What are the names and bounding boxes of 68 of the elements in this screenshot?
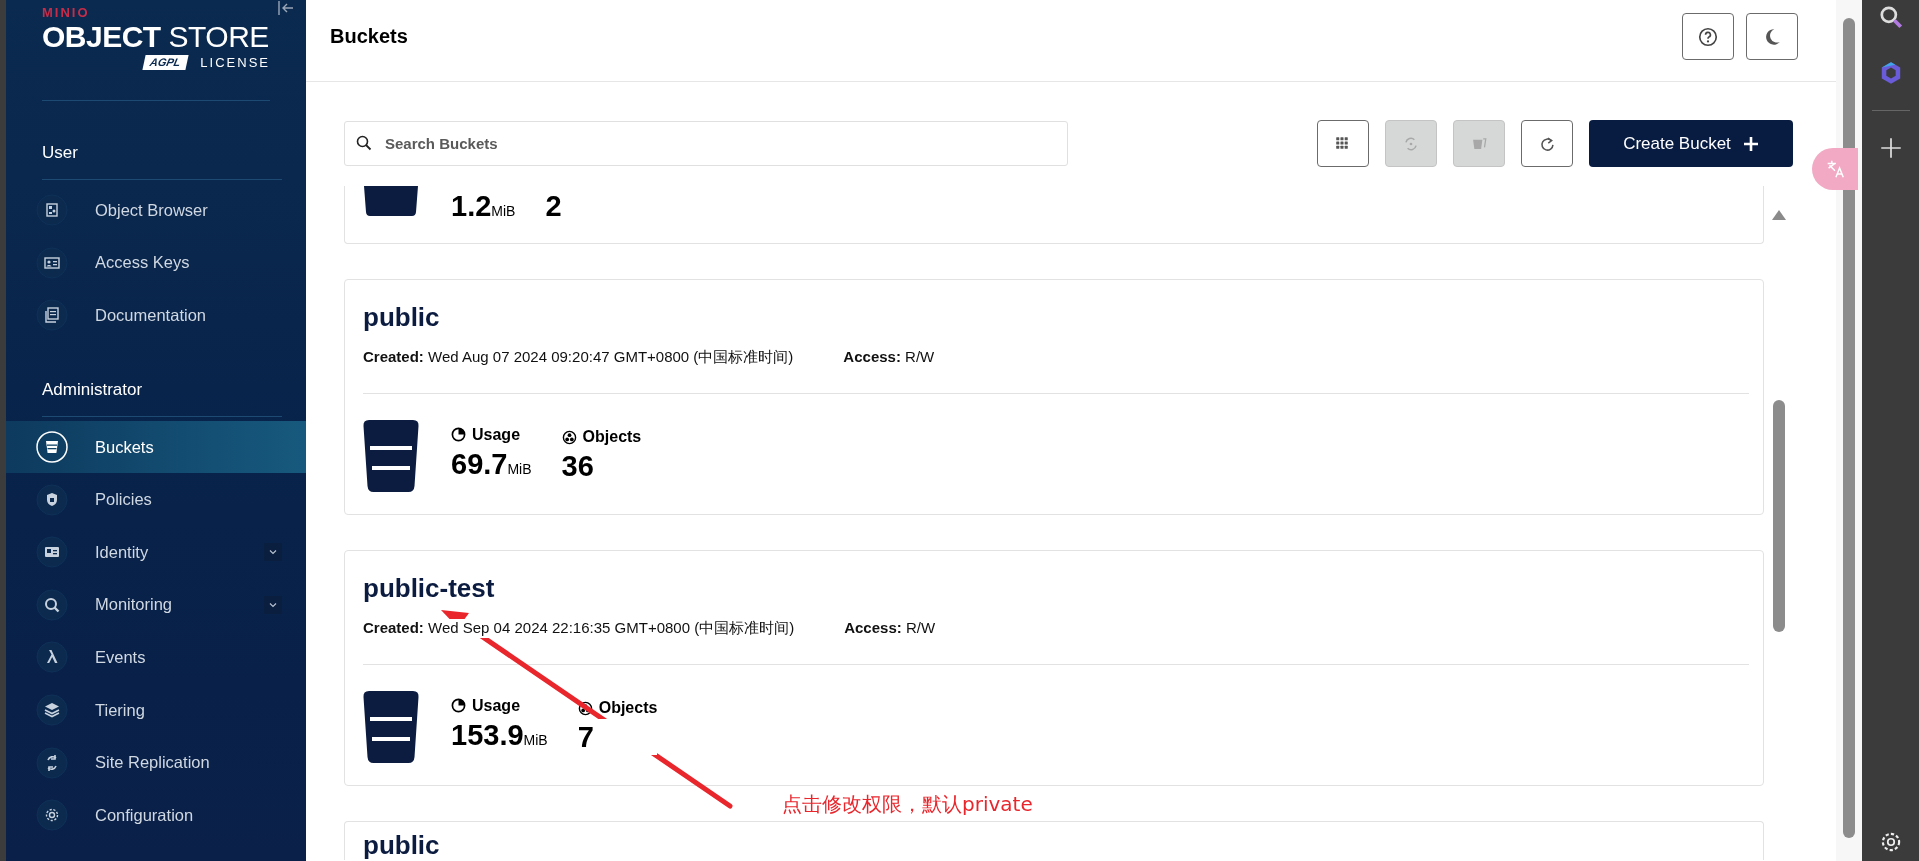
objects-label: Objects: [582, 428, 642, 446]
id-card-icon: [36, 536, 68, 569]
access-info: Access: R/W: [844, 619, 936, 638]
created-info: Created: Wed Sep 04 2024 22:16:35 GMT+0800 (中国标准时间): [363, 619, 795, 638]
objects-value: 7: [577, 719, 658, 755]
bucket-card[interactable]: 1.2MiB 2: [344, 186, 1764, 244]
access-info: Access: R/W: [843, 348, 935, 367]
product-name: OBJECT STORE: [42, 20, 269, 54]
search-icon[interactable]: [1877, 4, 1904, 30]
annotation-text: 点击修改权限，默认private: [782, 791, 1033, 818]
help-icon: [1697, 25, 1719, 48]
created-info: Created: Wed Aug 07 2024 09:20:47 GMT+0800 (中国标准时间): [363, 348, 794, 367]
bucket-name[interactable]: public: [363, 302, 440, 332]
bucket-card[interactable]: public Created: Wed Aug 07 2024 09:20:47 GMT+0800 (中国标准时间) Access: R/W Usage 69.7MiB Objects 36: [344, 279, 1764, 515]
usage-label: Usage: [472, 696, 521, 715]
nav-item[interactable]: Configuration: [6, 788, 306, 842]
page-title: Buckets: [330, 25, 408, 48]
theme-button[interactable]: [1746, 13, 1798, 60]
nav-item[interactable]: Documentation: [6, 289, 306, 342]
usage-label: Usage: [472, 425, 521, 444]
lock-icon: [36, 483, 68, 516]
nav-item[interactable]: Buckets: [6, 420, 306, 474]
bucket-card[interactable]: public: [344, 821, 1764, 860]
license-badge: AGPL: [142, 55, 188, 70]
pie-chart-icon: [451, 698, 466, 713]
browser-scrollbar[interactable]: [1836, 0, 1862, 861]
nav-item[interactable]: Access Keys: [6, 236, 306, 290]
create-bucket-button[interactable]: Create Bucket: [1589, 120, 1793, 167]
chevron-down-icon[interactable]: [264, 595, 282, 614]
objects-icon: [561, 429, 577, 445]
search-icon: [356, 135, 372, 151]
bucket-icon: [363, 186, 419, 216]
magnifier-icon: [36, 588, 68, 621]
nav-item[interactable]: Object Browser: [6, 184, 306, 237]
objects-icon: [577, 700, 593, 716]
bucket-name[interactable]: public-test: [363, 573, 495, 603]
section-heading: Administrator: [42, 379, 144, 400]
refresh-button[interactable]: [1521, 120, 1573, 167]
collapse-icon[interactable]: [278, 1, 294, 15]
objects-label: Objects: [598, 699, 658, 717]
bucket-icon: [36, 431, 68, 464]
help-button[interactable]: [1682, 13, 1734, 60]
search-field[interactable]: Search Buckets: [344, 121, 1068, 166]
chevron-down-icon[interactable]: [264, 543, 282, 562]
nav-item[interactable]: Site Replication: [6, 736, 306, 789]
nav-item[interactable]: Monitoring: [6, 578, 306, 632]
bucket-icon: [363, 691, 419, 763]
pie-chart-icon: [451, 427, 466, 442]
brand-logo-text: MINIO: [42, 6, 90, 20]
bucket-card[interactable]: public-test Created: Wed Sep 04 2024 22:16:35 GMT+0800 (中国标准时间) Access: R/W Usage 153.9MiB Objects 7: [344, 550, 1764, 786]
lambda-icon: [36, 641, 68, 674]
bucket-icon: [363, 420, 419, 492]
nav-item[interactable]: Events: [6, 631, 306, 684]
section-heading: User: [42, 143, 79, 163]
nav-item[interactable]: Policies: [6, 473, 306, 526]
settings-icon: [36, 799, 68, 832]
layers-icon: [36, 694, 68, 727]
id-card-icon: [36, 246, 68, 279]
license-label: LICENSE: [200, 55, 270, 70]
bucket-name[interactable]: public: [363, 830, 440, 860]
pages-icon: [36, 299, 68, 332]
sync-icon: [36, 746, 68, 779]
scroll-up-icon[interactable]: [1772, 210, 1786, 220]
nav-item[interactable]: Tiering: [6, 683, 306, 737]
grid-button[interactable]: [1317, 120, 1369, 167]
nav-item[interactable]: Identity: [6, 525, 306, 579]
plus-icon: [1742, 135, 1759, 152]
document-icon: [36, 194, 68, 227]
